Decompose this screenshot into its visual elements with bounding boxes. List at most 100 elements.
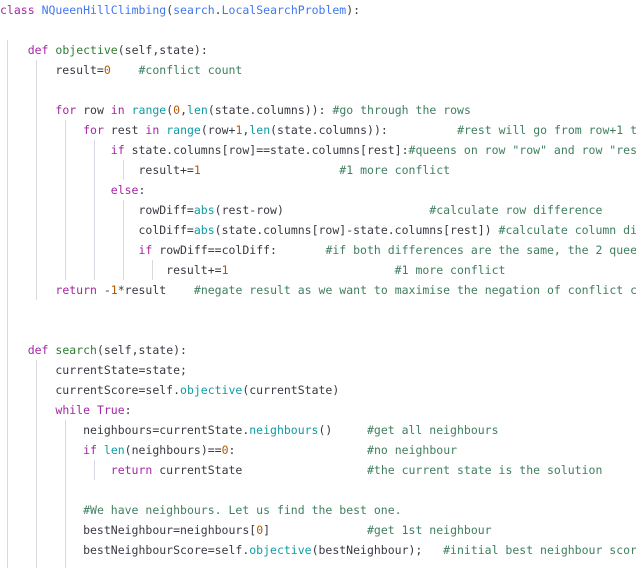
- code-token: currentState: [152, 463, 367, 477]
- code-line[interactable]: for rest in range(row+1,len(state.column…: [0, 120, 636, 140]
- code-line[interactable]: [0, 480, 636, 500]
- code-token: in: [110, 103, 125, 117]
- code-token: if: [110, 143, 125, 157]
- code-line[interactable]: result+=1 #1 more conflict: [0, 260, 636, 280]
- code-token: :: [138, 183, 146, 197]
- code-token: else: [110, 183, 139, 197]
- code-token: (state.columns)):: [207, 103, 333, 117]
- code-line[interactable]: if rowDiff==colDiff: #if both difference…: [0, 240, 636, 260]
- code-token: rowDiff=: [0, 203, 194, 217]
- code-line[interactable]: bestNeighbour=neighbours[0] #get 1st nei…: [0, 520, 636, 540]
- code-token: #conflict count: [138, 63, 243, 77]
- code-line[interactable]: [0, 560, 636, 568]
- code-token: range: [131, 103, 167, 117]
- code-token: 1: [221, 263, 229, 277]
- code-token: .: [214, 3, 222, 17]
- code-line[interactable]: while True:: [0, 400, 636, 420]
- code-line[interactable]: def objective(self,state):: [0, 40, 636, 60]
- code-token: abs: [193, 203, 215, 217]
- code-line[interactable]: return currentState #the current state i…: [0, 460, 636, 480]
- code-token: (bestNeighbour);: [311, 543, 444, 557]
- code-token: objective: [55, 43, 118, 57]
- code-token: (rest-row): [214, 203, 430, 217]
- code-token: NQueenHillClimbing: [41, 3, 167, 17]
- code-token: while: [55, 403, 91, 417]
- code-line[interactable]: currentState=state;: [0, 360, 636, 380]
- code-token: len: [103, 443, 125, 457]
- code-line[interactable]: else:: [0, 180, 636, 200]
- code-token: bestNeighbourScore=self.: [0, 543, 250, 557]
- code-token: currentScore=self.: [0, 383, 181, 397]
- code-token: #if both differences are the same, the 2…: [325, 243, 636, 257]
- code-token: search: [173, 3, 215, 17]
- code-token: :: [228, 443, 368, 457]
- code-token: #get all neighbours: [366, 423, 499, 437]
- code-token: *result: [117, 283, 194, 297]
- code-content[interactable]: class NQueenHillClimbing(search.LocalSea…: [0, 0, 636, 568]
- code-token: def: [27, 343, 49, 357]
- code-token: #initial best neighbour score: [443, 543, 636, 557]
- code-token: abs: [193, 223, 215, 237]
- code-line[interactable]: rowDiff=abs(rest-row) #calculate row dif…: [0, 200, 636, 220]
- code-token: #go through the rows: [332, 103, 471, 117]
- code-line[interactable]: currentScore=self.objective(currentState…: [0, 380, 636, 400]
- code-token: state.columns[row]==state.columns[rest]:: [124, 143, 409, 157]
- code-line[interactable]: return -1*result #negate result as we wa…: [0, 280, 636, 300]
- code-token: return: [55, 283, 97, 297]
- code-line[interactable]: result+=1 #1 more conflict: [0, 160, 636, 180]
- code-token: for: [55, 103, 77, 117]
- code-line[interactable]: [0, 80, 636, 100]
- code-token: #calculate row difference: [429, 203, 603, 217]
- code-token: #1 more conflict: [394, 263, 506, 277]
- code-line[interactable]: [0, 20, 636, 40]
- code-line[interactable]: for row in range(0,len(state.columns)): …: [0, 100, 636, 120]
- code-token: ):: [346, 3, 361, 17]
- code-token: -: [96, 283, 111, 297]
- code-token: bestNeighbour=neighbours[: [0, 523, 257, 537]
- code-line[interactable]: if len(neighbours)==0: #no neighbour: [0, 440, 636, 460]
- code-token: #queens on row "row" and row "rest" are …: [408, 143, 636, 157]
- code-token: return: [110, 463, 153, 477]
- code-line[interactable]: bestNeighbourScore=self.objective(bestNe…: [0, 540, 636, 560]
- code-token: #no neighbour: [367, 443, 458, 457]
- code-line[interactable]: class NQueenHillClimbing(search.LocalSea…: [0, 0, 636, 20]
- code-token: ]: [263, 523, 367, 537]
- code-token: range: [166, 123, 201, 137]
- code-token: (neighbours)==: [124, 443, 222, 457]
- code-token: (row+: [200, 123, 236, 137]
- code-token: in: [145, 123, 160, 137]
- code-line[interactable]: neighbours=currentState.neighbours() #ge…: [0, 420, 636, 440]
- code-token: result+=: [0, 263, 222, 277]
- code-line[interactable]: colDiff=abs(state.columns[row]-state.col…: [0, 220, 636, 240]
- code-line[interactable]: [0, 300, 636, 320]
- code-line[interactable]: if state.columns[row]==state.columns[res…: [0, 140, 636, 160]
- code-token: #get 1st neighbour: [366, 523, 492, 537]
- code-token: colDiff=: [0, 223, 194, 237]
- code-token: result+=: [0, 163, 194, 177]
- code-editor-surface[interactable]: class NQueenHillClimbing(search.LocalSea…: [0, 0, 636, 568]
- code-token: :: [124, 403, 132, 417]
- code-line[interactable]: result=0 #conflict count: [0, 60, 636, 80]
- code-token: len: [187, 103, 208, 117]
- code-token: for: [83, 123, 104, 137]
- code-token: def: [27, 43, 49, 57]
- code-line[interactable]: #We have neighbours. Let us find the bes…: [0, 500, 636, 520]
- code-line[interactable]: [0, 320, 636, 340]
- code-token: if: [83, 443, 97, 457]
- code-token: (currentState): [242, 383, 340, 397]
- code-token: objective: [249, 543, 312, 557]
- code-line[interactable]: def search(self,state):: [0, 340, 636, 360]
- code-token: #negate result as we want to maximise th…: [193, 283, 636, 297]
- code-token: objective: [180, 383, 243, 397]
